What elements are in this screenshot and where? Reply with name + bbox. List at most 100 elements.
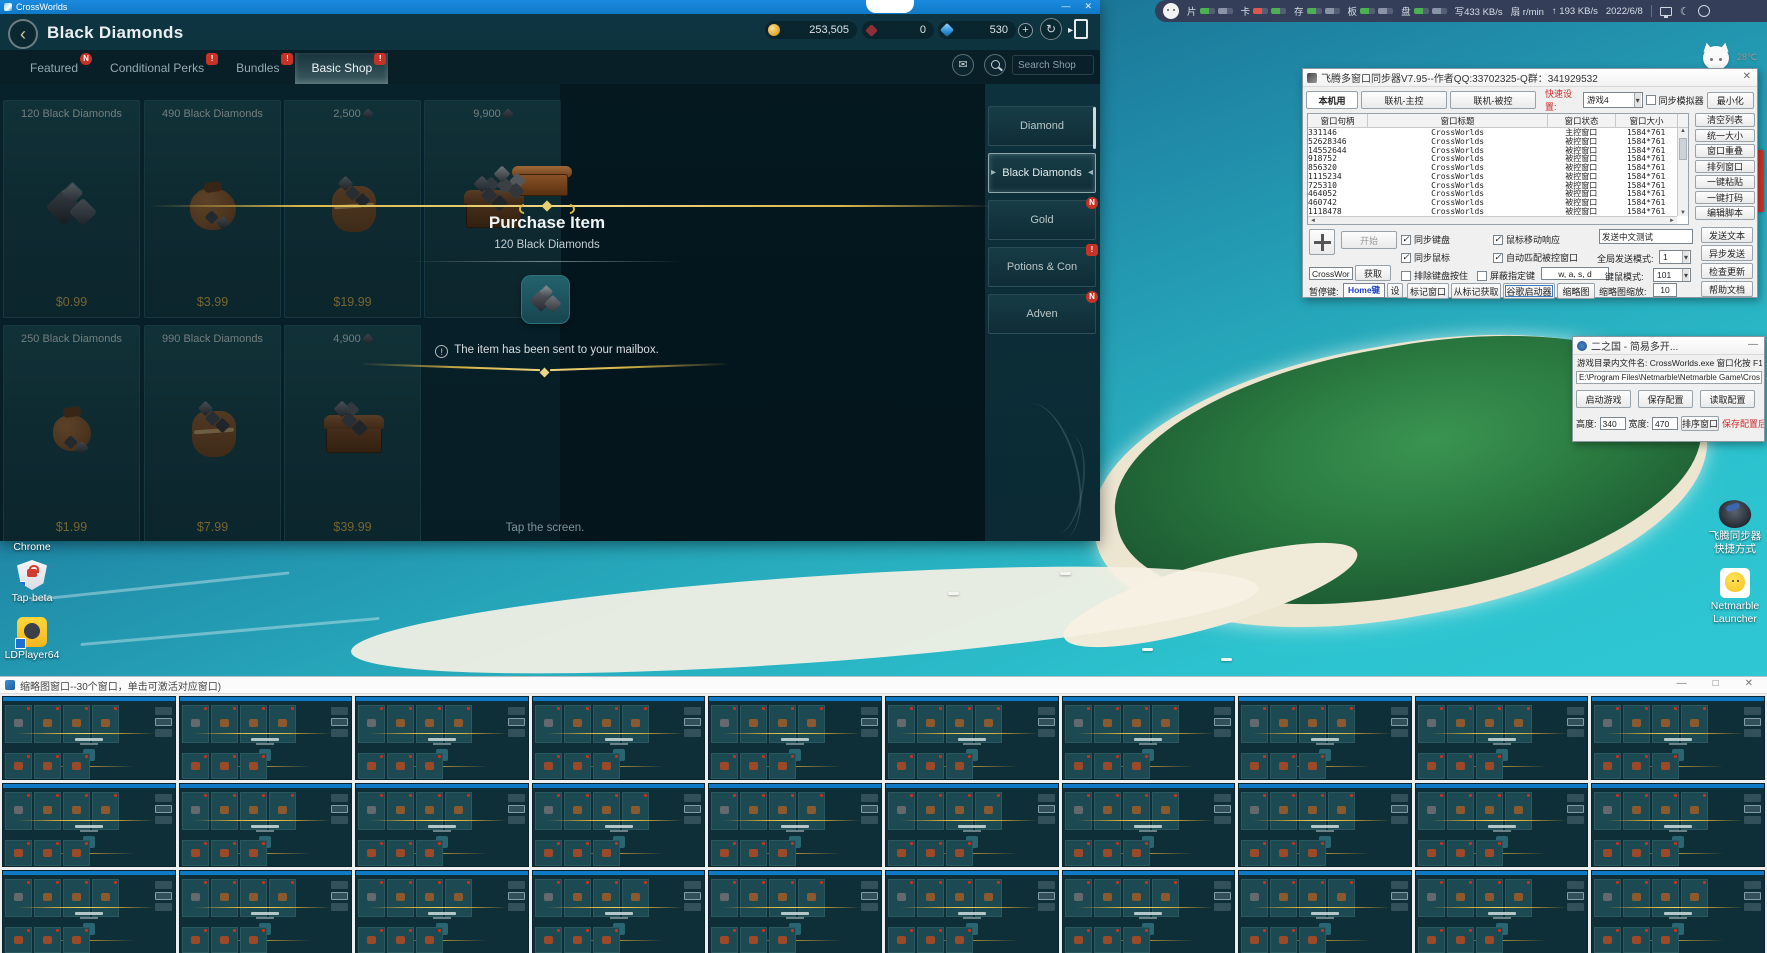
table-row[interactable]: 464052CrossWorlds被控窗口1584*761 — [1308, 190, 1677, 199]
maximize-button[interactable]: □ — [1713, 678, 1719, 689]
window-thumbnail[interactable] — [708, 696, 882, 780]
window-thumbnail[interactable] — [1238, 870, 1412, 953]
height-input[interactable] — [1600, 417, 1626, 430]
exit-shop-icon[interactable]: ▸ — [1070, 17, 1094, 43]
sidebar-item-gold[interactable]: GoldN — [988, 200, 1096, 240]
table-row[interactable]: 1115234CrossWorlds被控窗口1584*761 — [1308, 172, 1677, 181]
vertical-scrollbar[interactable]: ▲▼ — [1677, 128, 1688, 216]
send-mode-select[interactable]: 1 — [1659, 250, 1691, 264]
send-text-input[interactable] — [1599, 229, 1693, 244]
window-thumbnail[interactable] — [1591, 783, 1765, 867]
target-window-input[interactable] — [1309, 267, 1353, 280]
crosshair-picker[interactable] — [1309, 229, 1335, 255]
thumbnail-panel-titlebar[interactable]: 缩略图窗口--30个窗口，单击可激活对应窗口) — □ ✕ — [0, 677, 1767, 694]
desktop-icon-tap-beta[interactable]: Tap-beta — [0, 560, 64, 605]
monitor-icon[interactable] — [1660, 7, 1672, 16]
action-button-item[interactable]: 清空列表 — [1695, 113, 1755, 127]
exclude-keyboard-checkbox[interactable]: 排除键盘按住 — [1401, 269, 1468, 282]
mouse-move-checkbox[interactable]: 鼠标移动响应 — [1493, 233, 1560, 246]
window-thumbnail[interactable] — [355, 696, 529, 780]
window-thumbnail[interactable] — [1238, 783, 1412, 867]
block-keys-input[interactable] — [1541, 267, 1609, 280]
table-row[interactable]: 52628346CrossWorlds被控窗口1584*761 — [1308, 137, 1677, 146]
minimize-icon[interactable]: — — [1748, 339, 1758, 350]
mark-window-button[interactable]: 标记窗口 — [1407, 283, 1449, 299]
search-input[interactable] — [1012, 55, 1094, 75]
window-thumbnail[interactable] — [885, 783, 1059, 867]
tab-conditional-perks[interactable]: Conditional Perks! — [94, 53, 220, 84]
window-thumbnail[interactable] — [1238, 696, 1412, 780]
window-thumbnail[interactable] — [885, 870, 1059, 953]
quick-setting-select[interactable]: 游戏4 — [1583, 92, 1643, 108]
search-icon[interactable] — [984, 54, 1006, 76]
check-update-button[interactable]: 检查更新 — [1701, 263, 1753, 279]
action-button-item[interactable]: 统一大小 — [1695, 129, 1755, 143]
table-row[interactable]: 918752CrossWorlds被控窗口1584*761 — [1308, 154, 1677, 163]
window-thumbnail[interactable] — [355, 783, 529, 867]
window-thumbnail[interactable] — [708, 783, 882, 867]
desktop-icon-ldplayer64[interactable]: LDPlayer64 — [0, 617, 64, 662]
help-doc-button[interactable]: 帮助文档 — [1701, 281, 1753, 297]
nino-button-item[interactable]: 保存配置 — [1638, 390, 1693, 408]
ring-icon[interactable] — [1698, 5, 1710, 17]
start-button[interactable]: 开始 — [1341, 231, 1397, 249]
window-thumbnail[interactable] — [179, 783, 353, 867]
tool-tab-1[interactable]: 联机-主控 — [1361, 91, 1447, 109]
window-thumbnail[interactable] — [179, 870, 353, 953]
action-button-item[interactable]: 编辑脚本 — [1695, 206, 1755, 220]
mailbox-icon[interactable]: ✉ — [952, 54, 974, 76]
window-thumbnail[interactable] — [1591, 870, 1765, 953]
minimize-tool-button[interactable]: 最小化 — [1707, 92, 1754, 109]
window-thumbnail[interactable] — [1062, 696, 1236, 780]
sidebar-item-potions-con[interactable]: Potions & Con! — [988, 247, 1096, 287]
action-button-item[interactable]: 窗口重叠 — [1695, 144, 1755, 158]
window-thumbnail[interactable] — [532, 696, 706, 780]
window-thumbnail[interactable] — [2, 870, 176, 953]
set-pause-button[interactable]: 设 — [1387, 283, 1403, 298]
window-thumbnail[interactable] — [1415, 696, 1589, 780]
pause-key-value[interactable]: Home键 — [1343, 283, 1385, 298]
window-thumbnail[interactable] — [355, 870, 529, 953]
block-keys-checkbox[interactable]: 屏蔽指定键 — [1477, 269, 1535, 282]
add-currency-button[interactable]: + — [1018, 23, 1033, 38]
async-send-button[interactable]: 异步发送 — [1701, 245, 1753, 261]
table-row[interactable]: 1118478CrossWorlds被控窗口1584*761 — [1308, 207, 1677, 216]
thumb-zoom-input[interactable] — [1653, 283, 1677, 297]
sync-emulator-checkbox[interactable]: 同步模拟器 — [1646, 94, 1704, 107]
nino-button-item[interactable]: 读取配置 — [1700, 390, 1755, 408]
pet-avatar-icon[interactable] — [1163, 3, 1179, 19]
window-thumbnail[interactable] — [2, 783, 176, 867]
window-thumbnail[interactable] — [1062, 870, 1236, 953]
window-thumbnail[interactable] — [179, 696, 353, 780]
table-row[interactable]: 14552644CrossWorlds被控窗口1584*761 — [1308, 146, 1677, 155]
tab-basic-shop[interactable]: Basic Shop! — [295, 53, 388, 84]
action-button-item[interactable]: 一键打码 — [1695, 191, 1755, 205]
window-thumbnail[interactable] — [1591, 696, 1765, 780]
tab-featured[interactable]: FeaturedN — [14, 53, 94, 84]
auto-match-checkbox[interactable]: 自动匹配被控窗口 — [1493, 251, 1578, 264]
close-icon[interactable]: ✕ — [1743, 71, 1751, 82]
nino-titlebar[interactable]: 二之国 - 简易多开... — — [1573, 337, 1764, 355]
window-thumbnail[interactable] — [1415, 870, 1589, 953]
action-button-item[interactable]: 排列窗口 — [1695, 160, 1755, 174]
minimize-button[interactable]: — — [1061, 1, 1070, 12]
horizontal-scrollbar[interactable]: ◄► — [1308, 216, 1677, 224]
close-button[interactable]: ✕ — [1745, 678, 1753, 689]
moon-icon[interactable]: ☾ — [1680, 5, 1690, 18]
sync-mouse-checkbox[interactable]: 同步鼠标 — [1401, 251, 1450, 264]
window-thumbnail[interactable] — [532, 870, 706, 953]
desktop-icon-chrome[interactable]: Chrome — [0, 541, 64, 554]
thumbnail-button[interactable]: 缩略图 — [1557, 283, 1595, 299]
window-thumbnail[interactable] — [1415, 783, 1589, 867]
window-thumbnail[interactable] — [1062, 783, 1236, 867]
table-row[interactable]: 725310CrossWorlds被控窗口1584*761 — [1308, 181, 1677, 190]
sidebar-item-black-diamonds[interactable]: Black Diamonds▸◂ — [988, 153, 1096, 193]
sync-tool-titlebar[interactable]: 飞腾多窗口同步器V7.95--作者QQ:33702325-Q群：34192953… — [1303, 69, 1757, 87]
window-thumbnail[interactable] — [532, 783, 706, 867]
table-row[interactable]: 856320CrossWorlds被控窗口1584*761 — [1308, 163, 1677, 172]
refresh-icon[interactable]: ↻ — [1040, 18, 1062, 40]
window-thumbnail[interactable] — [708, 870, 882, 953]
minimize-button[interactable]: — — [1677, 678, 1687, 689]
grab-from-mark-button[interactable]: 从标记获取 — [1451, 283, 1501, 299]
tab-bundles[interactable]: Bundles! — [220, 53, 295, 84]
